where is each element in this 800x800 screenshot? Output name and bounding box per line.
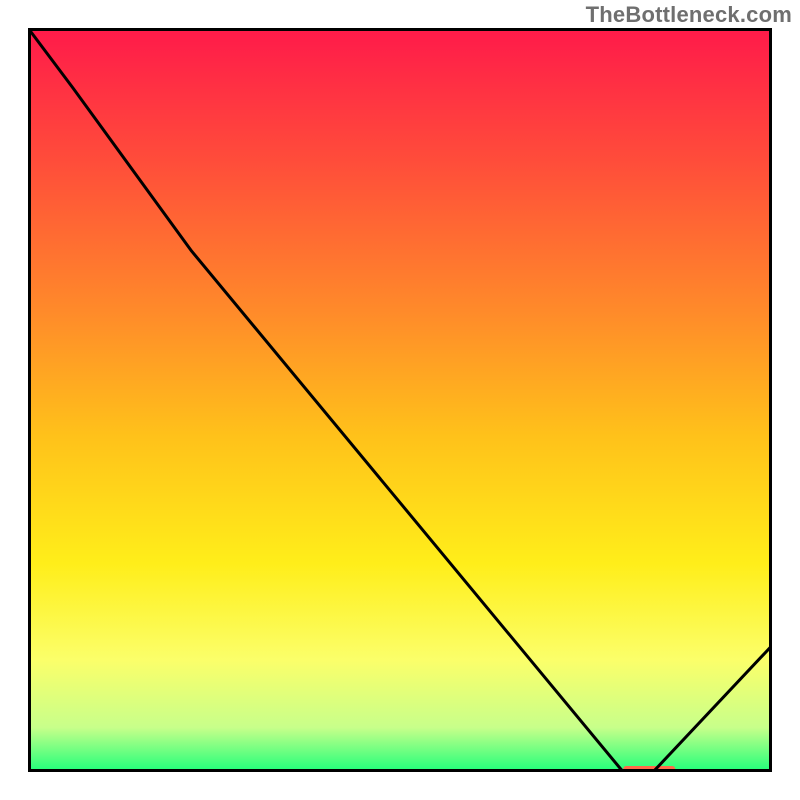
chart-page: TheBottleneck.com: [0, 0, 800, 800]
chart-background-gradient: [28, 28, 772, 772]
chart-svg: [28, 28, 772, 772]
chart-plot-area: [28, 28, 772, 772]
watermark-text: TheBottleneck.com: [586, 2, 792, 28]
